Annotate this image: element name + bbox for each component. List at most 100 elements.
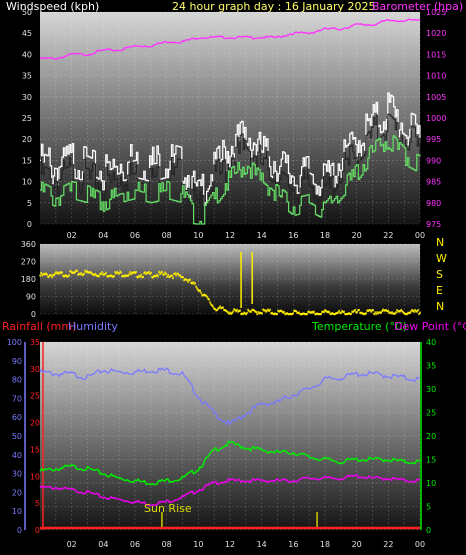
direction-point bbox=[98, 275, 100, 278]
rainfall-tick-label: 15 bbox=[30, 445, 40, 454]
direction-point bbox=[163, 273, 165, 276]
direction-point bbox=[148, 270, 150, 274]
rainfall-axis-title: Rainfall (mm) bbox=[2, 320, 76, 333]
barometer-tick-label: 1000 bbox=[426, 114, 446, 123]
wind-x-tick-label: 02 bbox=[67, 231, 77, 240]
direction-point bbox=[209, 301, 211, 304]
direction-point bbox=[200, 291, 202, 294]
barometer-tick-label: 1010 bbox=[426, 72, 446, 81]
direction-point bbox=[157, 275, 159, 278]
windspeed-tick-label: 30 bbox=[22, 93, 32, 102]
windspeed-tick-label: 40 bbox=[22, 50, 32, 59]
wind-x-tick-label: 04 bbox=[98, 231, 108, 240]
rainfall-tick-label: 10 bbox=[30, 472, 40, 481]
direction-point bbox=[306, 313, 308, 316]
temp-x-tick-label: 16 bbox=[288, 540, 298, 549]
compass-n-bottom: N bbox=[436, 300, 444, 313]
temp-x-tick-label: 14 bbox=[257, 540, 267, 549]
direction-point bbox=[83, 272, 85, 275]
direction-point bbox=[365, 312, 367, 315]
temp-x-ticks: 02 04 06 08 10 12 14 16 18 20 22 00 bbox=[67, 540, 426, 549]
humidity-tick-label: 20 bbox=[12, 488, 22, 497]
weather-graph-svg: Windspeed (kph) 24 hour graph day : 16 J… bbox=[2, 0, 466, 549]
barometer-ticks: 975 980 985 990 995 1000 1005 1010 1015 1020 1025 bbox=[426, 8, 446, 229]
windspeed-tick-label: 0 bbox=[27, 220, 32, 229]
compass-s: S bbox=[436, 268, 443, 281]
humidity-tick-label: 40 bbox=[12, 451, 22, 460]
barometer-axis-title: Barometer (hpa) bbox=[372, 0, 463, 13]
direction-point bbox=[142, 275, 144, 278]
humidity-tick-label: 60 bbox=[12, 413, 22, 422]
rainfall-tick-label: 30 bbox=[30, 365, 40, 374]
humidity-ticks: 0 10 20 30 40 50 60 70 80 90 100 bbox=[7, 338, 22, 535]
direction-point bbox=[194, 282, 196, 285]
direction-point bbox=[135, 271, 137, 274]
dewpoint-axis-title: Dew Point (°C) bbox=[394, 320, 466, 333]
temp-x-tick-label: 10 bbox=[193, 540, 203, 549]
temperature-tick-label: 25 bbox=[426, 409, 436, 418]
barometer-tick-label: 1005 bbox=[426, 93, 446, 102]
temperature-tick-label: 0 bbox=[426, 526, 431, 535]
direction-point bbox=[354, 308, 356, 312]
barometer-tick-label: 995 bbox=[426, 135, 441, 144]
temperature-tick-label: 15 bbox=[426, 456, 436, 465]
windspeed-tick-label: 25 bbox=[22, 114, 32, 123]
direction-ticks: 0 90 180 270 360 bbox=[21, 240, 36, 319]
wind-x-tick-label: 08 bbox=[162, 231, 172, 240]
barometer-tick-label: 1015 bbox=[426, 50, 446, 59]
temp-x-tick-label: 06 bbox=[130, 540, 140, 549]
barometer-tick-label: 985 bbox=[426, 178, 441, 187]
temp-x-tick-label: 00 bbox=[415, 540, 425, 549]
temp-x-tick-label: 04 bbox=[98, 540, 108, 549]
windspeed-tick-label: 20 bbox=[22, 135, 32, 144]
direction-point bbox=[128, 273, 130, 276]
direction-point bbox=[68, 274, 70, 277]
wind-x-tick-label: 00 bbox=[415, 231, 425, 240]
temperature-axis-title: Temperature (°C) bbox=[311, 320, 407, 333]
rainfall-tick-label: 5 bbox=[35, 499, 40, 508]
barometer-tick-label: 990 bbox=[426, 156, 441, 165]
windspeed-axis-title: Windspeed (kph) bbox=[6, 0, 99, 13]
direction-point bbox=[356, 311, 358, 314]
direction-point bbox=[232, 310, 234, 313]
rainfall-ticks: 0 5 10 15 20 25 30 35 bbox=[30, 338, 40, 535]
compass-w: W bbox=[436, 252, 447, 265]
direction-tick-label: 0 bbox=[31, 310, 36, 319]
humidity-tick-label: 100 bbox=[7, 338, 22, 347]
direction-point bbox=[105, 271, 107, 274]
direction-point bbox=[256, 313, 258, 316]
temperature-tick-label: 10 bbox=[426, 479, 436, 488]
direction-point bbox=[150, 271, 152, 274]
direction-point bbox=[199, 289, 201, 292]
direction-point bbox=[120, 271, 122, 274]
direction-point bbox=[172, 276, 174, 280]
direction-point bbox=[161, 270, 163, 274]
direction-point bbox=[395, 311, 397, 314]
direction-point bbox=[358, 308, 360, 312]
windspeed-tick-label: 50 bbox=[22, 8, 32, 17]
barometer-tick-label: 975 bbox=[426, 220, 441, 229]
humidity-tick-label: 70 bbox=[12, 394, 22, 403]
direction-point bbox=[246, 311, 248, 314]
temp-x-tick-label: 08 bbox=[162, 540, 172, 549]
humidity-tick-label: 0 bbox=[17, 526, 22, 535]
direction-point bbox=[283, 310, 285, 314]
direction-point bbox=[167, 273, 169, 277]
barometer-tick-label: 1020 bbox=[426, 29, 446, 38]
direction-point bbox=[189, 278, 191, 281]
direction-point bbox=[239, 309, 241, 312]
wind-x-tick-label: 10 bbox=[193, 231, 203, 240]
direction-point bbox=[372, 309, 374, 312]
windspeed-tick-label: 10 bbox=[22, 178, 32, 187]
direction-tick-label: 90 bbox=[26, 293, 36, 302]
humidity-tick-label: 30 bbox=[12, 470, 22, 479]
wind-x-tick-label: 12 bbox=[225, 231, 235, 240]
wind-x-tick-label: 14 bbox=[257, 231, 267, 240]
humidity-axis-title: Humidity bbox=[68, 320, 118, 333]
temp-x-tick-label: 20 bbox=[352, 540, 362, 549]
direction-point bbox=[350, 312, 352, 316]
sun-rise-label: Sun Rise bbox=[144, 502, 192, 515]
barometer-tick-label: 980 bbox=[426, 199, 441, 208]
direction-point bbox=[419, 311, 421, 314]
direction-point bbox=[212, 305, 214, 308]
